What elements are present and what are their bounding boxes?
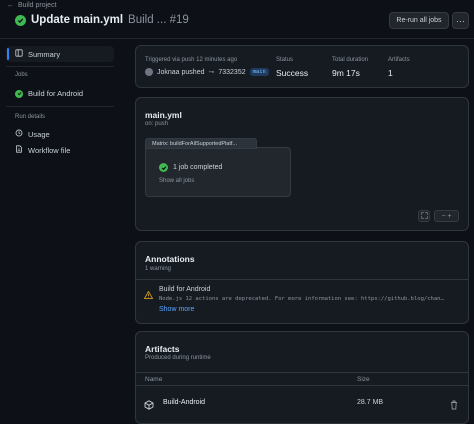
branch-badge[interactable]: main bbox=[249, 68, 269, 76]
header-divider bbox=[0, 38, 474, 39]
run-title: Update main.yml bbox=[31, 14, 124, 26]
home-icon bbox=[15, 49, 23, 59]
sidebar-item-label: Usage bbox=[28, 129, 50, 139]
active-indicator bbox=[7, 48, 9, 60]
more-options-button[interactable]: ··· bbox=[452, 12, 469, 29]
check-circle-icon bbox=[159, 163, 168, 172]
fullscreen-button[interactable] bbox=[418, 210, 430, 222]
sidebar-item-label: Summary bbox=[28, 49, 61, 59]
sidebar-item-build-android[interactable]: Build for Android bbox=[15, 89, 83, 98]
sidebar-item-label: Workflow file bbox=[28, 145, 71, 155]
matrix-job-box[interactable] bbox=[145, 147, 291, 197]
page-title: Update main.yml Build ... #19 bbox=[15, 14, 189, 26]
commit-info: Joknaa pushed ⊸ 7332352 main bbox=[145, 68, 269, 76]
annotations-title: Annotations bbox=[145, 254, 195, 264]
back-link[interactable]: ← Build project bbox=[7, 2, 57, 9]
fullscreen-icon bbox=[420, 211, 428, 221]
matrix-label: Matrix: buildForAllSupportedPlatf... bbox=[145, 138, 257, 149]
sidebar-item-usage[interactable]: Usage bbox=[15, 129, 50, 139]
show-all-jobs-link[interactable]: Show all jobs bbox=[159, 178, 194, 184]
check-circle-icon bbox=[15, 89, 23, 98]
sidebar-item-workflow-file[interactable]: Workflow file bbox=[15, 145, 70, 155]
commit-sha[interactable]: 7332352 bbox=[218, 69, 245, 76]
duration-label: Total duration bbox=[332, 57, 369, 63]
annotation-title[interactable]: Build for Android bbox=[159, 286, 210, 293]
sidebar-item-label: Build for Android bbox=[28, 89, 84, 98]
artifacts-title: Artifacts bbox=[145, 344, 180, 354]
jobs-heading: Jobs bbox=[15, 72, 28, 78]
run-summary-card bbox=[135, 45, 469, 88]
commit-icon: ⊸ bbox=[208, 69, 215, 76]
job-completed-row: 1 job completed bbox=[159, 163, 222, 172]
column-size-header: Size bbox=[357, 376, 370, 383]
sidebar-divider bbox=[6, 66, 114, 67]
trigger-label: Triggered via push 12 minutes ago bbox=[145, 57, 238, 63]
run-workflow-number: Build ... #19 bbox=[128, 14, 189, 26]
actor-name: Joknaa pushed bbox=[157, 68, 205, 76]
artifacts-table-header bbox=[136, 372, 468, 386]
sidebar-divider bbox=[6, 106, 114, 107]
avatar bbox=[145, 68, 153, 76]
show-more-link[interactable]: Show more bbox=[159, 306, 194, 313]
back-link-label: Build project bbox=[18, 2, 57, 9]
warning-icon bbox=[143, 286, 154, 304]
status-value: Success bbox=[276, 68, 309, 78]
run-details-heading: Run details bbox=[15, 114, 46, 120]
file-icon bbox=[15, 145, 23, 155]
arrow-left-icon: ← bbox=[7, 2, 14, 9]
rerun-all-jobs-button[interactable]: Re-run all jobs bbox=[389, 12, 449, 29]
zoom-controls[interactable]: − + bbox=[434, 210, 459, 222]
annotation-message: Node.js 12 actions are deprecated. For m… bbox=[159, 296, 444, 302]
package-icon bbox=[144, 397, 154, 415]
column-name-header: Name bbox=[145, 376, 163, 383]
sidebar-item-summary[interactable]: Summary bbox=[15, 49, 60, 59]
delete-artifact-button[interactable] bbox=[450, 397, 458, 415]
clock-icon bbox=[15, 129, 23, 139]
artifacts-count-label: Artifacts bbox=[388, 57, 410, 63]
workflow-trigger: on: push bbox=[145, 121, 169, 127]
status-label: Status bbox=[276, 57, 294, 63]
artifacts-subtitle: Produced during runtime bbox=[145, 355, 211, 361]
trash-icon bbox=[450, 397, 458, 414]
workflow-file-name: main.yml bbox=[145, 110, 182, 120]
job-completed-text: 1 job completed bbox=[173, 164, 223, 171]
duration-value: 9m 17s bbox=[332, 68, 360, 78]
check-circle-icon bbox=[15, 14, 26, 26]
artifacts-count-value: 1 bbox=[388, 68, 393, 78]
artifact-size: 28.7 MB bbox=[357, 399, 384, 406]
artifact-name[interactable]: Build-Android bbox=[163, 399, 205, 406]
annotations-count: 1 warning bbox=[145, 266, 172, 272]
annotations-divider bbox=[136, 279, 468, 280]
